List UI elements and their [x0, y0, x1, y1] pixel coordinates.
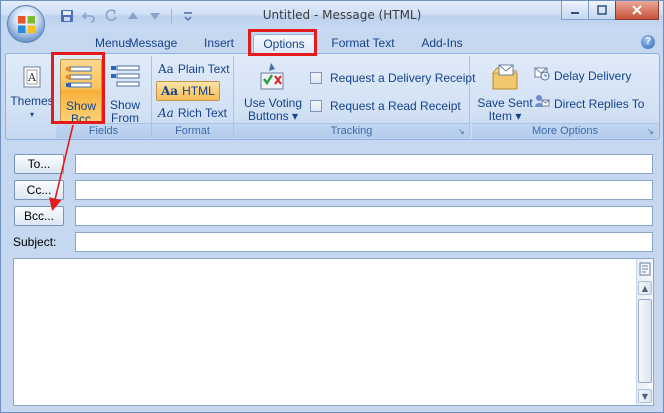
view-ruler-icon[interactable]: [638, 262, 652, 278]
tracking-group-label: Tracking: [234, 123, 469, 138]
tab-add-ins[interactable]: Add-Ins: [415, 34, 469, 53]
html-button[interactable]: Aa HTML: [156, 81, 220, 101]
plain-text-button[interactable]: Aa Plain Text: [158, 59, 230, 79]
use-voting-label-line2: Buttons ▾: [247, 109, 299, 123]
request-read-receipt-checkbox[interactable]: Request a Read Receipt: [310, 96, 461, 116]
rich-text-aa-icon: Aa: [158, 106, 174, 120]
delivery-receipt-check-box[interactable]: [310, 72, 322, 84]
show-bcc-button[interactable]: Show Bcc: [60, 59, 102, 126]
more-options-group: Save Sent Item ▾ Delay Delivery Direct R…: [472, 56, 658, 138]
window-controls: [561, 1, 659, 20]
use-voting-buttons-button[interactable]: Use Voting Buttons ▾: [240, 59, 306, 123]
read-receipt-label: Request a Read Receipt: [330, 99, 461, 113]
help-icon[interactable]: ?: [641, 35, 655, 49]
plain-text-label: Plain Text: [177, 62, 230, 76]
rich-text-button[interactable]: Aa Rich Text: [158, 103, 227, 123]
themes-icon: A: [20, 65, 44, 91]
fields-group-label: Fields: [56, 123, 151, 138]
rich-text-label: Rich Text: [177, 106, 227, 120]
close-button[interactable]: [615, 1, 659, 20]
html-aa-icon: Aa: [161, 84, 179, 98]
request-delivery-receipt-checkbox[interactable]: Request a Delivery Receipt: [310, 68, 475, 88]
scroll-down-arrow-icon[interactable]: ▼: [638, 389, 652, 403]
more-options-dialog-launcher-icon[interactable]: ↘: [647, 127, 656, 136]
maximize-button[interactable]: [588, 1, 616, 20]
tracking-group: Use Voting Buttons ▾ Request a Delivery …: [234, 56, 475, 138]
show-from-button[interactable]: Show From: [104, 59, 146, 125]
message-body[interactable]: ▲ ▼: [13, 258, 654, 406]
delay-delivery-label: Delay Delivery: [554, 69, 632, 83]
subject-label: Subject:: [13, 235, 57, 249]
bcc-field[interactable]: [75, 206, 653, 226]
svg-text:A: A: [27, 71, 37, 84]
voting-buttons-icon: [257, 61, 289, 93]
bcc-button[interactable]: Bcc...: [14, 206, 64, 226]
direct-replies-icon: [534, 93, 550, 115]
themes-dropdown-arrow: ▾: [29, 110, 34, 119]
subject-field[interactable]: [75, 232, 653, 252]
save-sent-item-icon: [489, 61, 521, 93]
show-bcc-icon: [65, 64, 97, 96]
minimize-button[interactable]: [561, 1, 589, 20]
save-sent-label-line2: Item ▾: [488, 109, 522, 123]
title-bar: Untitled - Message (HTML): [1, 1, 663, 31]
tab-insert[interactable]: Insert: [195, 34, 243, 53]
cc-field[interactable]: [75, 180, 653, 200]
office-logo-icon: [17, 15, 36, 34]
read-receipt-check-box[interactable]: [310, 100, 322, 112]
to-button[interactable]: To...: [14, 154, 64, 174]
tab-format-text[interactable]: Format Text: [325, 34, 401, 53]
office-button[interactable]: [7, 5, 45, 43]
tab-options[interactable]: Options: [253, 34, 315, 53]
plain-text-aa-icon: Aa: [158, 62, 174, 76]
delay-delivery-button[interactable]: Delay Delivery: [534, 66, 631, 86]
themes-button[interactable]: A Themes ▾: [10, 59, 54, 121]
to-field[interactable]: [75, 154, 653, 174]
ribbon-tab-row: Menus Message Insert Options Format Text…: [1, 31, 663, 53]
delivery-receipt-label: Request a Delivery Receipt: [330, 71, 476, 85]
format-group-label: Format: [152, 123, 233, 138]
themes-group: A Themes ▾: [8, 56, 56, 138]
more-options-group-label: More Options: [472, 123, 658, 138]
direct-replies-label: Direct Replies To: [554, 97, 645, 111]
show-from-icon: [109, 63, 141, 95]
tab-message[interactable]: Message: [125, 34, 181, 53]
tracking-dialog-launcher-icon[interactable]: ↘: [458, 127, 467, 136]
html-label: HTML: [182, 84, 215, 98]
themes-label: Themes: [10, 94, 54, 108]
scroll-up-arrow-icon[interactable]: ▲: [638, 281, 652, 295]
save-sent-item-button[interactable]: Save Sent Item ▾: [476, 59, 534, 123]
cc-button[interactable]: Cc...: [14, 180, 64, 200]
direct-replies-to-button[interactable]: Direct Replies To: [534, 94, 644, 114]
ribbon: A Themes ▾ Show Bcc Show From Fields Aa …: [5, 53, 660, 140]
delay-delivery-icon: [534, 65, 550, 87]
vertical-scrollbar[interactable]: ▲ ▼: [636, 259, 653, 405]
scrollbar-thumb[interactable]: [638, 299, 652, 383]
format-group: Aa Plain Text Aa HTML Aa Rich Text Forma…: [152, 56, 234, 138]
fields-group: Show Bcc Show From Fields: [56, 56, 152, 138]
outlook-message-window: Untitled - Message (HTML) Menus Message …: [0, 0, 664, 413]
